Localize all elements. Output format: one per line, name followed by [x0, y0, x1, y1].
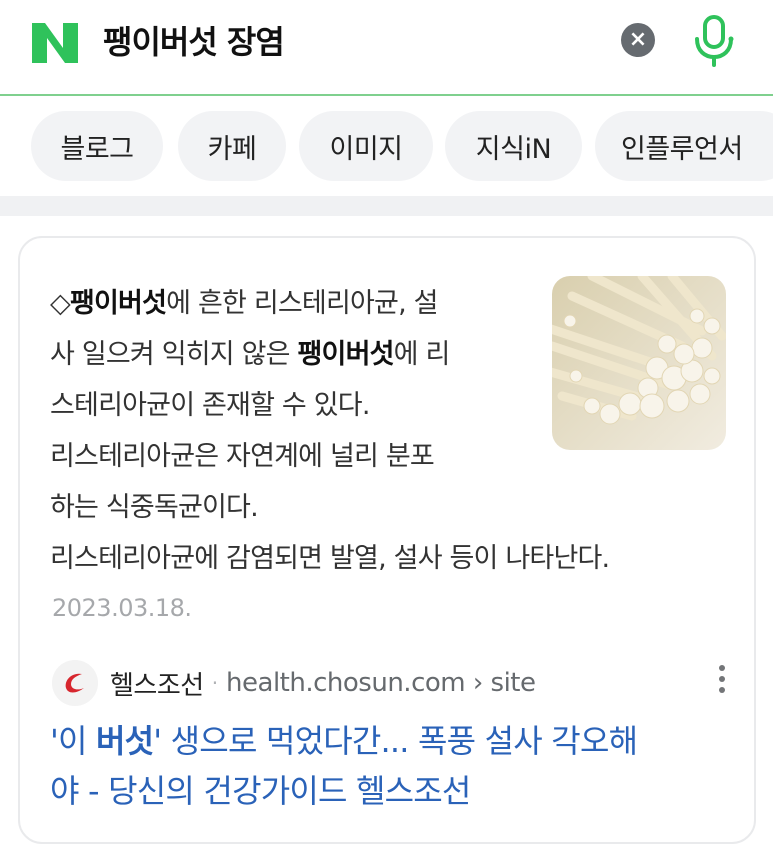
naver-logo-icon[interactable] — [30, 21, 80, 65]
title-line-2: 야 - 당신의 건강가이드 헬스조선 — [50, 772, 471, 810]
snippet-text: 사 일으켜 익히지 않은 — [50, 339, 298, 370]
source-separator: · — [211, 671, 219, 695]
more-vertical-icon-dot — [719, 676, 725, 682]
title-line-1: '이 버섯' 생으로 먹었다간... 폭풍 설사 각오해 — [50, 716, 730, 766]
snippet-line-2: 사 일으켜 익히지 않은 팽이버섯에 리 — [50, 329, 528, 380]
health-chosun-logo-icon — [52, 660, 98, 706]
more-vertical-icon-dot — [719, 687, 725, 693]
title-text: '이 — [50, 722, 97, 760]
tab-knowledge-in[interactable]: 지식iN — [445, 111, 582, 181]
tab-images[interactable]: 이미지 — [299, 111, 433, 181]
snippet-text: ◇ — [50, 288, 71, 319]
snippet-line-1: ◇팽이버섯에 흔한 리스테리아균, 설 — [50, 278, 528, 329]
close-icon: × — [628, 27, 648, 52]
search-category-tabs: 블로그 카페 이미지 지식iN 인플루언서 — [0, 98, 773, 196]
clear-search-button[interactable]: × — [621, 23, 655, 57]
snippet-text: 에 흔한 리스테리아균, 설 — [166, 288, 438, 319]
more-options-button[interactable] — [710, 662, 734, 696]
snippet-line-6: 리스테리아균에 감염되면 발열, 설사 등이 나타난다. — [50, 543, 610, 574]
snippet-highlight: 팽이버섯 — [69, 288, 167, 319]
search-result-card: ◇팽이버섯에 흔한 리스테리아균, 설 사 일으켜 익히지 않은 팽이버섯에 리… — [18, 236, 756, 844]
title-text: ' 생으로 먹었다간... 폭풍 설사 각오해 — [153, 722, 638, 760]
snippet-highlight: 팽이버섯 — [297, 339, 395, 370]
tab-cafe[interactable]: 카페 — [178, 111, 286, 181]
source-url[interactable]: health.chosun.com › site — [226, 668, 536, 698]
snippet-text: 에 리 — [393, 339, 451, 370]
result-source[interactable]: 헬스조선 · health.chosun.com › site — [52, 660, 536, 706]
source-name[interactable]: 헬스조선 — [110, 665, 204, 702]
result-snippet[interactable]: ◇팽이버섯에 흔한 리스테리아균, 설 사 일으켜 익히지 않은 팽이버섯에 리… — [50, 278, 610, 584]
result-title-link[interactable]: '이 버섯' 생으로 먹었다간... 폭풍 설사 각오해 야 - 당신의 건강가… — [50, 716, 730, 816]
search-query-input[interactable]: 팽이버섯 장염 — [103, 22, 285, 62]
result-date: 2023.03.18. — [52, 594, 192, 622]
tab-influencer[interactable]: 인플루언서 — [595, 111, 773, 181]
more-vertical-icon — [719, 665, 725, 671]
tab-blog[interactable]: 블로그 — [31, 111, 163, 181]
section-divider — [0, 196, 773, 216]
search-bar: 팽이버섯 장염 × — [0, 0, 773, 96]
snippet-line-5: 하는 식중독균이다. — [50, 492, 259, 523]
snippet-line-3: 스테리아균이 존재할 수 있다. — [50, 390, 370, 421]
title-highlight: 버섯 — [96, 722, 154, 760]
snippet-line-4: 리스테리아균은 자연계에 널리 분포 — [50, 441, 435, 472]
microphone-icon[interactable] — [693, 15, 735, 67]
result-thumbnail-image[interactable] — [552, 276, 726, 450]
